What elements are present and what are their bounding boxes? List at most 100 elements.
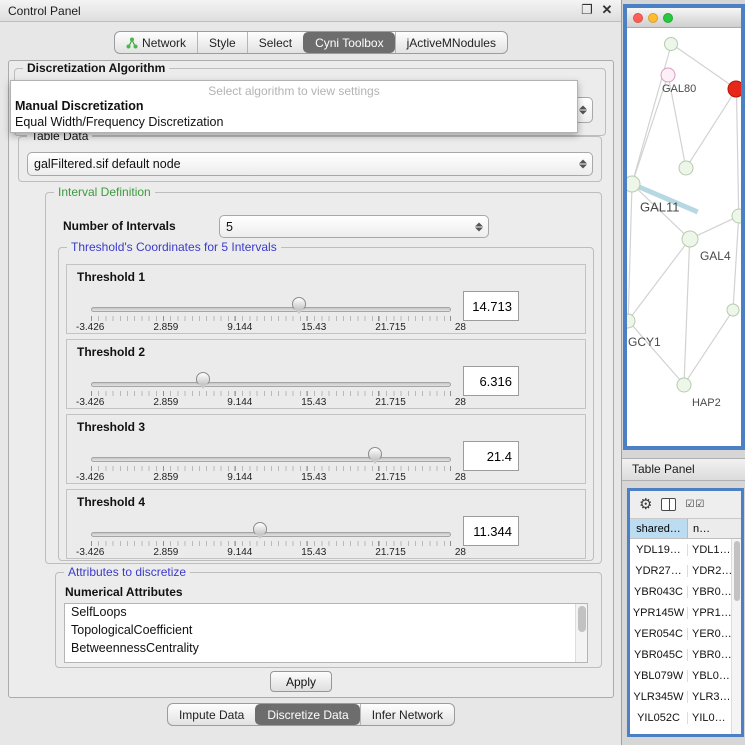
network-node[interactable] — [678, 161, 693, 176]
tick-label: 15.43 — [301, 547, 326, 558]
network-window-titlebar — [627, 8, 741, 28]
slider-ticks — [91, 466, 451, 471]
cell-shared-name[interactable]: YBR043C — [630, 586, 688, 598]
thresholds-group-title: Threshold's Coordinates for 5 Intervals — [67, 240, 281, 254]
network-node[interactable] — [728, 81, 741, 98]
tick-label: 9.144 — [227, 472, 252, 483]
threshold-2-slider[interactable]: -3.4262.8599.14415.4321.71528 — [91, 340, 451, 410]
cell-name[interactable]: YLR3… — [688, 691, 731, 703]
cell-name[interactable]: YDL1… — [688, 544, 731, 556]
table-row[interactable]: YBR043CYBR0… — [630, 581, 731, 602]
tick-label: 2.859 — [153, 547, 178, 558]
tab-impute-data[interactable]: Impute Data — [168, 704, 255, 725]
gear-icon[interactable]: ⚙ — [639, 497, 652, 512]
cell-name[interactable]: YBL0… — [688, 670, 731, 682]
cell-name[interactable]: YER0… — [688, 628, 731, 640]
list-item[interactable]: BetweennessCentrality — [65, 640, 575, 658]
network-node[interactable] — [664, 37, 678, 51]
threshold-2-value-field[interactable] — [463, 366, 519, 396]
cell-shared-name[interactable]: YBR045C — [630, 649, 688, 661]
network-node[interactable] — [731, 209, 741, 224]
list-item[interactable]: SelfLoops — [65, 604, 575, 622]
cell-name[interactable]: YIL0… — [688, 712, 731, 724]
slider-thumb[interactable] — [368, 447, 382, 460]
list-item[interactable]: TopologicalCoefficient — [65, 622, 575, 640]
cell-name[interactable]: YDR2… — [688, 565, 731, 577]
cell-shared-name[interactable]: YDR27… — [630, 565, 688, 577]
numerical-attributes-label: Numerical Attributes — [65, 585, 183, 599]
table-row[interactable]: YDR27…YDR2… — [630, 560, 731, 581]
node-label: GCY1 — [628, 335, 661, 349]
column-header-shared-name[interactable]: shared… — [630, 519, 688, 538]
columns-icon[interactable] — [661, 498, 676, 511]
network-edge — [628, 184, 632, 321]
tab-style[interactable]: Style — [197, 32, 247, 53]
number-of-intervals-value: 5 — [226, 220, 233, 234]
slider-thumb[interactable] — [292, 297, 306, 310]
table-row[interactable]: YBR045CYBR0… — [630, 644, 731, 665]
table-row[interactable]: YER054CYER0… — [630, 623, 731, 644]
slider-track[interactable] — [91, 532, 451, 537]
slider-track[interactable] — [91, 382, 451, 387]
number-of-intervals-combobox[interactable]: 5 — [219, 215, 489, 238]
network-node[interactable] — [677, 377, 692, 392]
dropdown-item-equal-width[interactable]: Equal Width/Frequency Discretization — [11, 114, 577, 130]
tab-discretize-data[interactable]: Discretize Data — [255, 704, 359, 725]
table-row[interactable]: YBL079WYBL0… — [630, 665, 731, 686]
minimize-traffic-light[interactable] — [648, 13, 658, 23]
slider-track[interactable] — [91, 457, 451, 462]
cell-shared-name[interactable]: YIL052C — [630, 712, 688, 724]
table-data-combobox[interactable]: galFiltered.sif default node — [27, 152, 593, 176]
cell-name[interactable]: YBR0… — [688, 586, 731, 598]
tab-network[interactable]: Network — [115, 32, 197, 53]
table-row[interactable]: YDL19…YDL1… — [630, 539, 731, 560]
apply-button[interactable]: Apply — [270, 671, 332, 692]
network-node[interactable] — [661, 67, 676, 82]
threshold-3-slider[interactable]: -3.4262.8599.14415.4321.71528 — [91, 415, 451, 485]
slider-track[interactable] — [91, 307, 451, 312]
slider-thumb[interactable] — [196, 372, 210, 385]
tab-jactivemnodules[interactable]: jActiveMNodules — [395, 32, 507, 53]
cell-name[interactable]: YPR1… — [688, 607, 731, 619]
tab-cyni-toolbox[interactable]: Cyni Toolbox — [303, 32, 394, 53]
threshold-4-slider[interactable]: -3.4262.8599.14415.4321.71528 — [91, 490, 451, 560]
network-node[interactable] — [727, 304, 740, 317]
close-traffic-light[interactable] — [633, 13, 643, 23]
threshold-2-panel: Threshold 2 -3.4262.8599.14415.4321.7152… — [66, 339, 586, 409]
cell-shared-name[interactable]: YBL079W — [630, 670, 688, 682]
cell-shared-name[interactable]: YPR145W — [630, 607, 688, 619]
cell-shared-name[interactable]: YDL19… — [630, 544, 688, 556]
tick-label: 15.43 — [301, 397, 326, 408]
network-canvas[interactable]: GAL80GAL11GAL4GCY1HAP2 — [627, 28, 741, 446]
threshold-4-value-field[interactable] — [463, 516, 519, 546]
node-label: GAL4 — [700, 249, 731, 263]
cell-shared-name[interactable]: YLR345W — [630, 691, 688, 703]
network-edge — [736, 89, 738, 216]
table-row[interactable]: YPR145WYPR1… — [630, 602, 731, 623]
float-window-icon[interactable]: ❐ — [579, 2, 595, 18]
table-scrollbar[interactable] — [731, 539, 741, 734]
network-edge — [628, 321, 684, 385]
network-node[interactable] — [681, 231, 698, 248]
list-scrollbar[interactable] — [575, 604, 587, 662]
threshold-3-value-field[interactable] — [463, 441, 519, 471]
close-icon[interactable]: ✕ — [599, 2, 615, 18]
scrollbar-thumb[interactable] — [578, 606, 586, 632]
column-header-name[interactable]: n… — [688, 519, 741, 538]
threshold-1-value-field[interactable] — [463, 291, 519, 321]
select-all-icon[interactable]: ☑☑ — [685, 500, 705, 510]
network-edge — [733, 216, 739, 310]
tick-label: 28 — [455, 472, 466, 483]
tab-select[interactable]: Select — [247, 32, 303, 53]
slider-ticks — [91, 541, 451, 546]
zoom-traffic-light[interactable] — [663, 13, 673, 23]
scrollbar-thumb[interactable] — [734, 541, 740, 601]
tab-infer-network[interactable]: Infer Network — [360, 704, 454, 725]
table-row[interactable]: YIL052CYIL0… — [630, 707, 731, 728]
cell-shared-name[interactable]: YER054C — [630, 628, 688, 640]
slider-thumb[interactable] — [253, 522, 267, 535]
threshold-1-slider[interactable]: -3.4262.8599.14415.4321.71528 — [91, 265, 451, 335]
dropdown-item-manual-discretization[interactable]: Manual Discretization — [11, 98, 577, 114]
table-row[interactable]: YLR345WYLR3… — [630, 686, 731, 707]
cell-name[interactable]: YBR0… — [688, 649, 731, 661]
